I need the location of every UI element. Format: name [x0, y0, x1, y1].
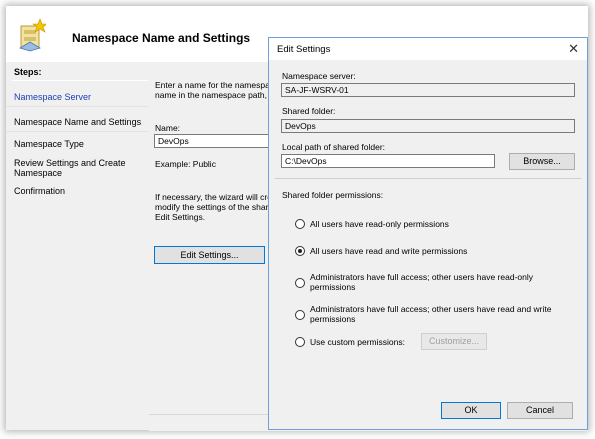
local-path-field[interactable]: C:\DevOps [281, 154, 495, 168]
note-text-line3: Edit Settings. [155, 212, 206, 222]
radio-admin-full-others-read-label-line1[interactable]: Administrators have full access; other u… [310, 272, 533, 282]
radio-read-write-label[interactable]: All users have read and write permission… [310, 246, 467, 256]
name-field[interactable]: DevOps [154, 134, 279, 148]
step-namespace-name-settings[interactable]: Namespace Name and Settings [14, 117, 146, 127]
step-review-settings[interactable]: Review Settings and Create Namespace [14, 158, 146, 178]
ok-button[interactable]: OK [441, 402, 501, 419]
namespace-wizard-icon [19, 18, 46, 52]
edit-settings-dialog: Edit Settings ✕ Namespace server: SA-JF-… [268, 37, 588, 430]
radio-admin-full-others-read[interactable] [295, 278, 305, 288]
radio-custom[interactable] [295, 337, 305, 347]
step-divider [6, 131, 149, 132]
radio-admin-full-others-write-label-line1[interactable]: Administrators have full access; other u… [310, 304, 551, 314]
browse-button[interactable]: Browse... [509, 153, 575, 170]
intro-text-line2: name in the namespace path, su [155, 90, 275, 100]
radio-admin-full-others-write-label-line2[interactable]: permissions [310, 314, 355, 324]
namespace-server-label: Namespace server: [282, 71, 356, 81]
local-path-label: Local path of shared folder: [282, 142, 386, 152]
steps-divider [12, 80, 148, 81]
wizard-title: Namespace Name and Settings [72, 31, 251, 45]
edit-settings-button[interactable]: Edit Settings... [154, 246, 265, 264]
shared-folder-field: DevOps [281, 119, 575, 133]
radio-custom-label[interactable]: Use custom permissions: [310, 337, 405, 347]
name-label: Name: [155, 123, 181, 133]
steps-label: Steps: [14, 67, 42, 77]
step-namespace-server[interactable]: Namespace Server [14, 92, 146, 102]
close-icon[interactable]: ✕ [568, 41, 579, 57]
dialog-title: Edit Settings [277, 44, 331, 55]
radio-read-only-label[interactable]: All users have read-only permissions [310, 219, 449, 229]
customize-button[interactable]: Customize... [421, 333, 487, 350]
step-confirmation[interactable]: Confirmation [14, 186, 146, 196]
radio-read-only[interactable] [295, 219, 305, 229]
permissions-label: Shared folder permissions: [282, 190, 384, 200]
step-divider [6, 106, 149, 107]
example-text: Example: Public [155, 159, 216, 169]
shared-folder-label: Shared folder: [282, 106, 336, 116]
dialog-titlebar: Edit Settings ✕ [269, 38, 587, 60]
radio-admin-full-others-read-label-line2[interactable]: permissions [310, 282, 355, 292]
radio-read-write[interactable] [295, 246, 305, 256]
steps-sidebar: Steps: Namespace Server Namespace Name a… [6, 62, 149, 430]
cancel-button[interactable]: Cancel [507, 402, 573, 419]
note-text-line1: If necessary, the wizard will crea [155, 192, 275, 202]
intro-text-line1: Enter a name for the namespace [155, 80, 275, 90]
namespace-server-field: SA-JF-WSRV-01 [281, 83, 575, 97]
step-namespace-type[interactable]: Namespace Type [14, 139, 146, 149]
dialog-divider [275, 178, 581, 179]
radio-admin-full-others-write[interactable] [295, 310, 305, 320]
note-text-line2: modify the settings of the shared [155, 202, 275, 212]
